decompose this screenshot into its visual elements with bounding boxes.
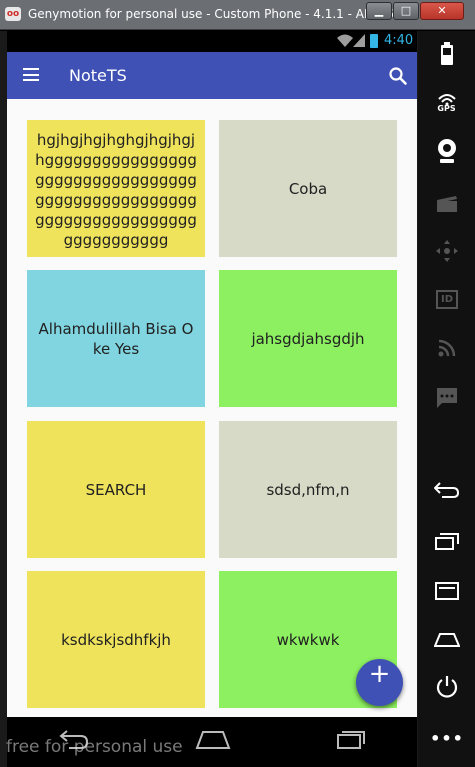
signal-icon <box>353 34 365 47</box>
recent-apps-icon[interactable] <box>334 726 366 752</box>
note-card[interactable]: jahsgdjahsgdjh <box>219 270 397 407</box>
id-icon[interactable]: ID <box>430 284 464 314</box>
note-text: wkwkwk <box>276 630 340 649</box>
note-card[interactable]: hgjhgjhgjhghgjhgjhgjhggggggggggggggggggg… <box>27 120 205 257</box>
app-title: NoteTS <box>69 66 127 85</box>
minimize-button[interactable]: ▁ <box>366 2 392 20</box>
note-text: Coba <box>288 179 328 198</box>
menu-key-icon[interactable] <box>430 576 464 606</box>
note-card[interactable]: sdsd,nfm,n <box>219 421 397 558</box>
emulator-toolbar: GPS ID ••• <box>418 31 475 767</box>
maximize-button[interactable]: □ <box>393 2 419 20</box>
back-icon[interactable] <box>430 475 464 505</box>
android-status-bar: 4:40 <box>7 31 417 52</box>
window-title: Genymotion for personal use - Custom Pho… <box>28 7 406 21</box>
id-label: ID <box>435 289 459 309</box>
wifi-icon <box>337 34 353 48</box>
note-card[interactable]: ksdkskjsdhfkjh <box>27 571 205 708</box>
menu-icon[interactable] <box>23 68 39 81</box>
webcam-icon[interactable] <box>430 136 464 166</box>
watermark-text: free for personal use <box>6 737 183 757</box>
phone-screen: 4:40 NoteTS hgjhgjhgjhghgjhgjhgjhggggggg… <box>7 31 417 717</box>
status-clock: 4:40 <box>384 33 414 48</box>
video-icon[interactable] <box>430 189 464 219</box>
more-icon[interactable]: ••• <box>430 723 464 753</box>
genymotion-app-icon: oo <box>5 7 21 21</box>
home-icon[interactable] <box>195 726 231 752</box>
battery-icon <box>370 34 378 48</box>
window-titlebar[interactable]: oo Genymotion for personal use - Custom … <box>0 0 475 30</box>
gps-label: GPS <box>437 104 456 113</box>
note-text: SEARCH <box>85 480 147 499</box>
note-card[interactable]: Coba <box>219 120 397 257</box>
add-note-button[interactable]: + <box>356 659 403 706</box>
note-text: sdsd,nfm,n <box>266 480 350 499</box>
note-text: hgjhgjhgjhghgjhgjhgjhggggggggggggggggggg… <box>35 131 197 249</box>
note-card[interactable]: SEARCH <box>27 421 205 558</box>
search-icon[interactable] <box>388 66 408 86</box>
note-card[interactable]: Alhamdulillah Bisa Oke Yes <box>27 270 205 407</box>
home-icon[interactable] <box>430 624 464 654</box>
dpad-icon[interactable] <box>430 236 464 266</box>
sms-icon[interactable] <box>430 383 464 413</box>
recent-apps-icon[interactable] <box>430 526 464 556</box>
notes-grid: hgjhgjhgjhghgjhgjhgjhggggggggggggggggggg… <box>7 99 417 717</box>
close-button[interactable]: ✕ <box>420 2 464 20</box>
power-icon[interactable] <box>430 672 464 702</box>
rss-icon[interactable] <box>430 333 464 363</box>
note-text: Alhamdulillah Bisa Oke Yes <box>38 319 194 358</box>
battery-icon[interactable] <box>430 39 464 69</box>
note-text: ksdkskjsdhfkjh <box>61 630 171 649</box>
app-toolbar: NoteTS <box>7 52 417 99</box>
note-text: jahsgdjahsgdjh <box>251 329 365 348</box>
